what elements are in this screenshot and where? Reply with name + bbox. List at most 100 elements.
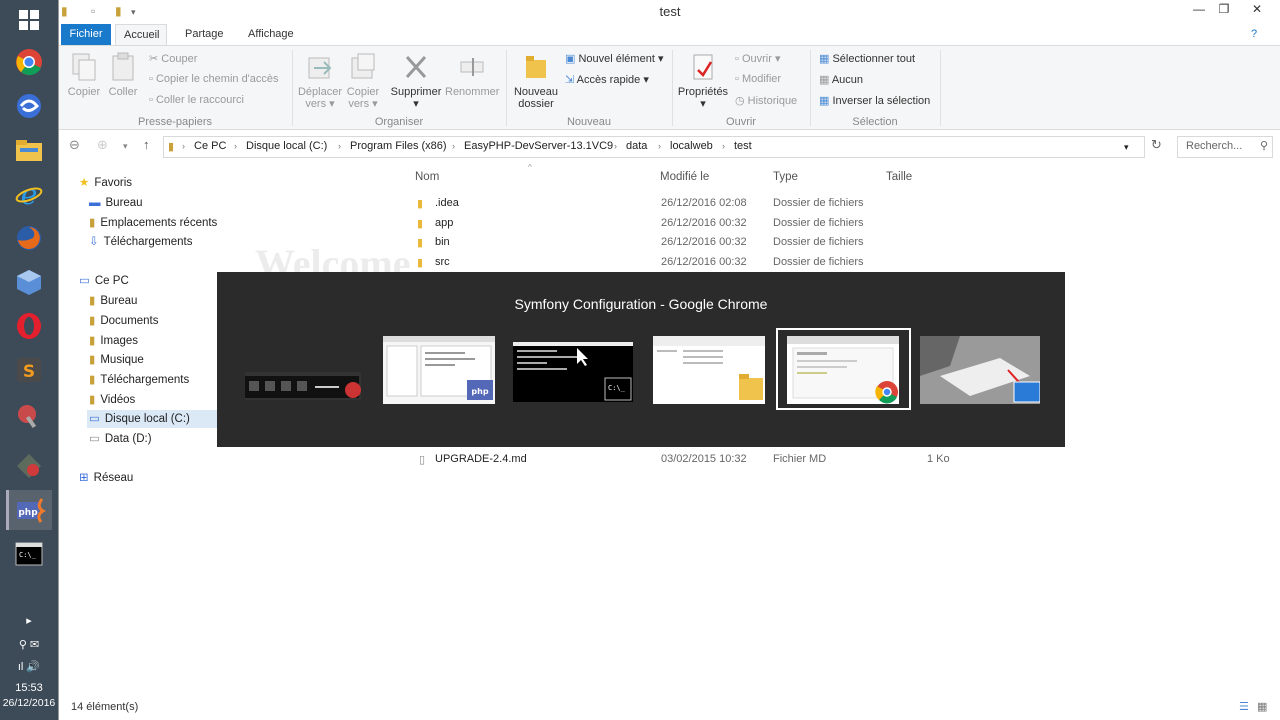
- taskbar-opera[interactable]: [6, 306, 52, 346]
- nav-data-d[interactable]: ▭ Data (D:): [89, 430, 152, 448]
- address-dropdown-icon[interactable]: ▾: [1124, 142, 1129, 153]
- tab-accueil[interactable]: Accueil: [115, 24, 167, 46]
- forward-button[interactable]: ⊕: [97, 137, 108, 153]
- open-button[interactable]: ▫ Ouvrir ▾: [735, 52, 781, 65]
- ribbon-help-icon[interactable]: ?: [1243, 24, 1265, 46]
- window-thumbnail-5[interactable]: [787, 336, 899, 404]
- back-button[interactable]: ⊖: [69, 137, 80, 153]
- file-row[interactable]: ▮ bin 26/12/2016 00:32 Dossier de fichie…: [415, 233, 975, 253]
- column-header-type[interactable]: Type: [773, 171, 798, 183]
- window-thumbnail-4[interactable]: [653, 336, 765, 404]
- tray-network-icon[interactable]: ⚲ ✉: [0, 638, 58, 651]
- taskbar-app-2[interactable]: [6, 86, 52, 126]
- delete-button[interactable]: Supprimer ▾: [389, 52, 443, 110]
- column-header-modifie[interactable]: Modifié le: [660, 171, 709, 183]
- rename-button[interactable]: Renommer: [445, 52, 499, 98]
- chevron-right-icon[interactable]: ›: [722, 141, 725, 151]
- chevron-right-icon[interactable]: ›: [614, 141, 617, 151]
- chevron-right-icon[interactable]: ›: [234, 141, 237, 151]
- nav-reseau[interactable]: ⊞ Réseau: [79, 469, 133, 487]
- edit-button[interactable]: ▫ Modifier: [735, 73, 781, 85]
- start-button[interactable]: [6, 0, 52, 40]
- tab-affichage[interactable]: Affichage: [240, 24, 302, 46]
- tab-fichier[interactable]: Fichier: [61, 24, 111, 46]
- properties-button[interactable]: Propriétés ▾: [677, 52, 729, 110]
- column-header-nom[interactable]: Nom: [415, 171, 439, 183]
- taskbar-app-9[interactable]: [6, 396, 52, 436]
- window-thumbnail-3[interactable]: C:\_: [513, 342, 633, 402]
- nav-bureau[interactable]: ▮ Bureau: [89, 292, 137, 310]
- taskbar-app-10[interactable]: [6, 446, 52, 486]
- search-box[interactable]: Recherch... ⚲: [1177, 136, 1273, 158]
- file-name: app: [435, 217, 454, 229]
- nav-documents[interactable]: ▮ Documents: [89, 312, 159, 330]
- nav-ce-pc[interactable]: ▭ Ce PC: [79, 272, 129, 290]
- breadcrumb-program-files[interactable]: Program Files (x86): [350, 140, 447, 152]
- breadcrumb-disque-local[interactable]: Disque local (C:): [246, 140, 327, 152]
- details-view-icon[interactable]: ☰: [1239, 700, 1249, 713]
- nav-telechargements[interactable]: ▮ Téléchargements: [89, 371, 189, 389]
- file-row[interactable]: ▮ .idea 26/12/2016 02:08 Dossier de fich…: [415, 194, 975, 214]
- maximize-button[interactable]: ❐: [1210, 2, 1238, 22]
- tiles-view-icon[interactable]: ▦: [1257, 700, 1267, 713]
- nav-favoris-recents[interactable]: ▮ Emplacements récents: [89, 214, 217, 232]
- up-button[interactable]: ↑: [143, 137, 150, 152]
- new-folder-button[interactable]: Nouveau dossier: [511, 52, 561, 110]
- new-item-button[interactable]: ▣ Nouvel élément ▾: [565, 52, 663, 65]
- select-none-icon: ▦: [819, 74, 832, 86]
- window-thumbnail-2[interactable]: php: [383, 336, 495, 404]
- file-row[interactable]: ▮ src 26/12/2016 00:32 Dossier de fichie…: [415, 253, 975, 273]
- breadcrumb-test[interactable]: test: [734, 140, 752, 152]
- file-row[interactable]: ▮ app 26/12/2016 00:32 Dossier de fichie…: [415, 214, 975, 234]
- chevron-right-icon[interactable]: ›: [338, 141, 341, 151]
- copy-path-button[interactable]: ▫ Copier le chemin d'accès: [149, 73, 279, 85]
- clock-time[interactable]: 15:53: [0, 682, 58, 694]
- nav-videos[interactable]: ▮ Vidéos: [89, 391, 135, 409]
- copy-button[interactable]: Copier: [65, 52, 103, 98]
- chevron-right-icon[interactable]: ›: [452, 141, 455, 151]
- window-thumbnail-6[interactable]: [920, 336, 1040, 404]
- nav-favoris[interactable]: ★ Favoris: [79, 174, 132, 192]
- address-bar[interactable]: ▮ › Ce PC › Disque local (C:) › Program …: [163, 136, 1145, 158]
- copy-label: Copier: [67, 86, 101, 98]
- nav-musique[interactable]: ▮ Musique: [89, 351, 144, 369]
- clock-date[interactable]: 26/12/2016: [0, 697, 58, 709]
- nav-favoris-telechargements[interactable]: ⇩ Téléchargements: [89, 233, 193, 251]
- select-all-button[interactable]: ▦ Sélectionner tout: [819, 52, 915, 65]
- tab-partage[interactable]: Partage: [177, 24, 232, 46]
- close-button[interactable]: ✕: [1243, 2, 1271, 22]
- paste-button[interactable]: Coller: [105, 52, 141, 98]
- taskbar-cmd[interactable]: C:\_: [6, 534, 52, 574]
- refresh-icon[interactable]: ↻: [1151, 137, 1162, 153]
- breadcrumb-localweb[interactable]: localweb: [670, 140, 713, 152]
- paste-shortcut-button[interactable]: ▫ Coller le raccourci: [149, 94, 244, 106]
- select-none-button[interactable]: ▦ Aucun: [819, 73, 863, 86]
- file-row[interactable]: ▯ UPGRADE-2.4.md 03/02/2015 10:32 Fichie…: [415, 450, 995, 470]
- recent-locations-button[interactable]: ▾: [123, 141, 128, 152]
- nav-favoris-bureau[interactable]: ▬ Bureau: [89, 194, 143, 212]
- taskbar-chrome[interactable]: [6, 42, 52, 82]
- taskbar-ie[interactable]: e: [6, 174, 52, 214]
- taskbar-easyphp[interactable]: php: [6, 490, 52, 530]
- taskbar-sublime[interactable]: S: [6, 350, 52, 390]
- breadcrumb-easyphp[interactable]: EasyPHP-DevServer-13.1VC9: [464, 140, 613, 152]
- quick-access-button[interactable]: ⇲ Accès rapide ▾: [565, 73, 649, 86]
- cut-button[interactable]: ✂ Couper: [149, 52, 197, 65]
- tray-volume-icon[interactable]: ıl 🔊: [0, 660, 58, 673]
- breadcrumb-ce-pc[interactable]: Ce PC: [194, 140, 226, 152]
- taskbar-explorer[interactable]: [6, 130, 52, 170]
- window-thumbnail-1[interactable]: [245, 372, 361, 400]
- tray-expand-icon[interactable]: ▸: [0, 614, 58, 627]
- chevron-right-icon[interactable]: ›: [182, 141, 185, 151]
- breadcrumb-data[interactable]: data: [626, 140, 647, 152]
- nav-images[interactable]: ▮ Images: [89, 332, 138, 350]
- minimize-button[interactable]: —: [1185, 2, 1213, 22]
- taskbar-virtualbox[interactable]: [6, 262, 52, 302]
- history-button[interactable]: ◷ Historique: [735, 94, 797, 107]
- chevron-right-icon[interactable]: ›: [658, 141, 661, 151]
- column-header-taille[interactable]: Taille: [886, 171, 912, 183]
- copy-to-button[interactable]: Copier vers ▾: [343, 52, 383, 110]
- taskbar-firefox[interactable]: [6, 218, 52, 258]
- invert-selection-button[interactable]: ▦ Inverser la sélection: [819, 94, 930, 107]
- move-to-button[interactable]: Déplacer vers ▾: [297, 52, 343, 110]
